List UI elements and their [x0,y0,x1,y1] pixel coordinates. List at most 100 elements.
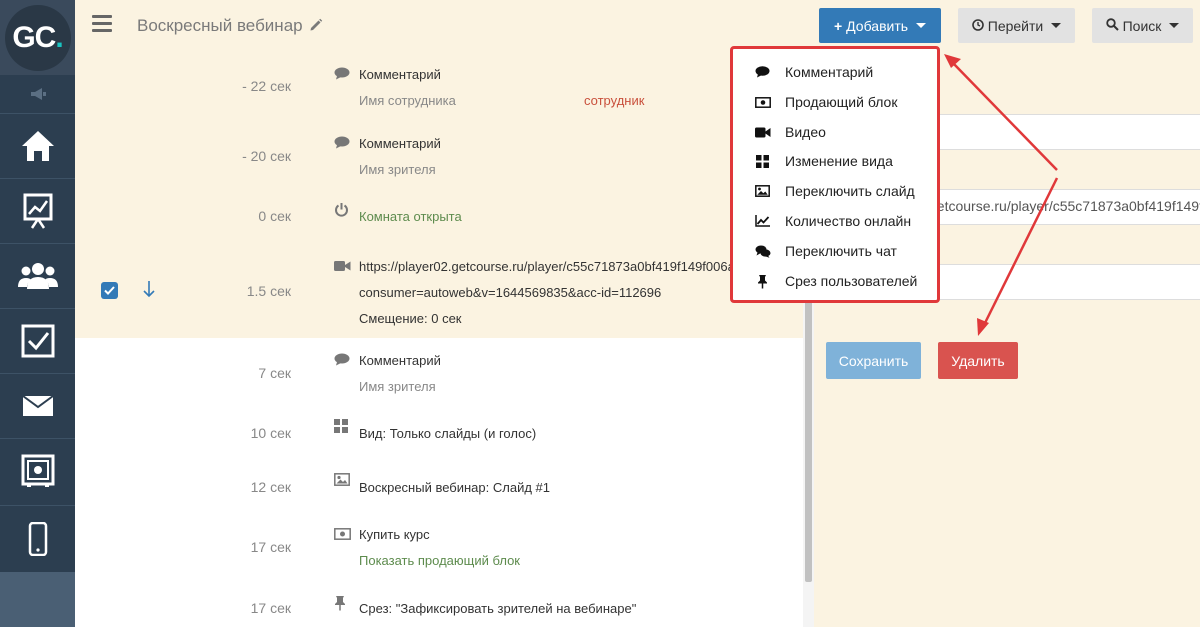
scrollbar-thumb[interactable] [805,300,812,582]
comment-icon [334,67,350,85]
megaphone-icon[interactable] [0,76,75,112]
image-icon [754,185,771,197]
image-icon [334,473,350,491]
logo[interactable]: GC. [0,0,75,75]
search-button-label: Поиск [1122,17,1162,34]
comment-icon [754,66,771,78]
sidebar-footer [0,572,75,627]
video-icon [334,259,351,277]
search-icon [1105,17,1119,34]
page-title[interactable]: Воскресный вебинар [137,16,323,37]
top-bar: Воскресный вебинар + Добавить Перейти Пои… [75,0,1200,52]
timeline-row[interactable]: 10 сек Вид: Только слайды (и голос) [75,404,803,460]
editor-field-3[interactable] [925,264,1200,300]
timeline-row[interactable]: 17 сек Купить курс Показать продающий бл… [75,512,803,578]
page-title-text: Воскресный вебинар [137,16,303,35]
hamburger-menu-icon[interactable] [92,15,112,33]
money-icon [754,96,771,108]
menu-item-label: Видео [785,124,826,140]
plus-icon: + [833,17,843,34]
save-button[interactable]: Сохранить [826,342,921,379]
menu-item-video[interactable]: Видео [754,122,826,142]
clock-icon [971,18,984,34]
event-title: Купить курс [359,527,430,542]
go-to-button-label: Перейти [987,17,1044,34]
logo-text: GC. [12,20,63,55]
menu-item-comment[interactable]: Комментарий [754,62,873,82]
stats-board-icon[interactable] [0,178,75,243]
go-to-dropdown-button[interactable]: Перейти [958,8,1075,43]
event-subtitle: Показать продающий блок [359,553,520,568]
editor-field-1[interactable] [925,114,1200,150]
safe-icon[interactable] [0,438,75,503]
menu-item-label: Срез пользователей [785,273,918,289]
timeline-row[interactable]: 7 сек Комментарий Имя зрителя [75,338,803,404]
event-time: 17 сек [250,600,291,616]
add-dropdown-button[interactable]: + Добавить [819,8,941,43]
timeline-row[interactable]: 17 сек Срез: "Зафиксировать зрителей на … [75,578,803,627]
caret-down-icon [1051,23,1062,28]
search-dropdown-button[interactable]: Поиск [1092,8,1193,43]
event-title: Срез: "Зафиксировать зрителей на вебинар… [359,601,637,616]
mail-icon[interactable] [0,373,75,438]
event-timeline: - 22 сек Комментарий Имя сотрудника сотр… [75,52,803,627]
menu-item-switch-slide[interactable]: Переключить слайд [754,181,915,201]
event-author: Имя зрителя [359,162,436,177]
users-icon[interactable] [0,243,75,308]
logo-circle: GC. [4,4,71,71]
pencil-icon[interactable] [309,17,323,37]
grid-icon [334,419,348,438]
menu-item-label: Комментарий [785,64,874,80]
menu-item-user-snapshot[interactable]: Срез пользователей [754,271,917,291]
pin-icon [334,595,346,616]
timeline-row[interactable]: 0 сек Комната открыта [75,188,803,244]
menu-item-label: Количество онлайн [785,213,912,229]
video-icon [754,127,771,138]
menu-item-label: Изменение вида [785,153,893,169]
grid-icon [754,154,771,168]
event-title: Воскресный вебинар: Слайд #1 [359,480,550,495]
money-icon [334,527,351,545]
tasks-checkbox-icon[interactable] [0,308,75,373]
menu-item-switch-chat[interactable]: Переключить чат [754,241,897,261]
menu-item-selling-block[interactable]: Продающий блок [754,92,897,112]
sidebar: GC. [0,0,75,627]
event-title: Комната открыта [359,209,462,224]
event-time: - 20 сек [242,148,291,164]
chat-icon [754,245,771,258]
video-offset: Смещение: 0 сек [359,311,462,326]
comment-icon [334,353,350,371]
event-time: 17 сек [250,539,291,555]
timeline-row[interactable]: - 20 сек Комментарий Имя зрителя [75,122,803,188]
comment-icon [334,136,350,154]
delete-button[interactable]: Удалить [938,342,1018,379]
video-url-value: getcourse.ru/player/c55c71873a0bf419f149… [929,198,1200,214]
mobile-icon[interactable] [0,505,75,572]
power-icon [334,202,349,222]
event-time: - 22 сек [242,78,291,94]
menu-item-online-count[interactable]: Количество онлайн [754,211,911,231]
event-time: 7 сек [258,365,291,381]
event-time: 10 сек [250,425,291,441]
caret-down-icon [916,23,927,28]
event-author: Имя зрителя [359,379,436,394]
menu-item-label: Переключить слайд [785,183,915,199]
menu-item-change-view[interactable]: Изменение вида [754,151,893,171]
event-time: 0 сек [258,208,291,224]
menu-item-label: Продающий блок [785,94,898,110]
menu-item-label: Переключить чат [785,243,897,259]
timeline-row[interactable]: - 22 сек Комментарий Имя сотрудника сотр… [75,52,803,122]
logo-letters: GC [12,20,56,54]
event-title: Комментарий [359,136,441,151]
home-icon[interactable] [0,113,75,178]
add-dropdown-menu: Комментарий Продающий блок Видео Изменен… [730,46,940,303]
add-button-label: Добавить [846,17,909,34]
event-title: Комментарий [359,67,441,82]
timeline-row-selected[interactable]: 1.5 сек https://player02.getcourse.ru/pl… [75,244,803,338]
line-chart-icon [754,215,771,227]
event-time: 12 сек [250,479,291,495]
author-role: сотрудник [584,93,645,108]
pin-icon [754,274,771,289]
timeline-row[interactable]: 12 сек Воскресный вебинар: Слайд #1 [75,460,803,512]
caret-down-icon [1169,23,1180,28]
